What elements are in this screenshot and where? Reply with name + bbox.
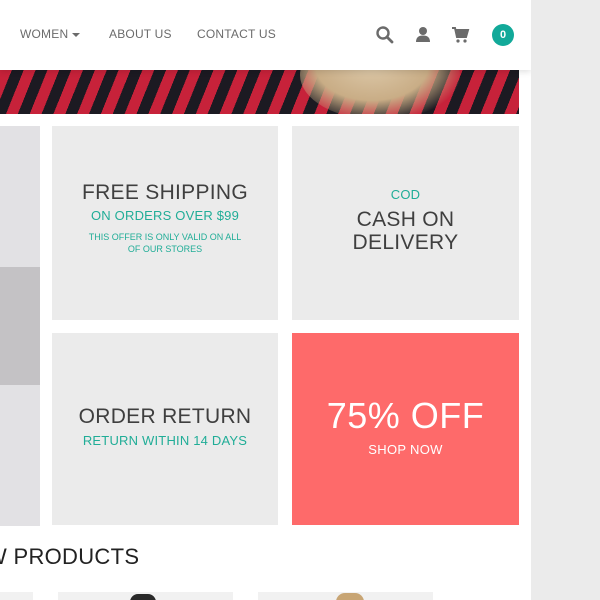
- promo-order-return: ORDER RETURN RETURN WITHIN 14 DAYS: [52, 333, 278, 525]
- order-return-title: ORDER RETURN: [78, 405, 252, 428]
- hero-hair-detail: [300, 70, 460, 114]
- left-banner-image: [0, 267, 40, 385]
- nav-about-us[interactable]: ABOUT US: [109, 27, 172, 41]
- sale-title: 75% OFF: [326, 395, 485, 436]
- hero-banner: [0, 70, 519, 114]
- promo-sale-banner[interactable]: 75% OFF SHOP NOW: [292, 333, 519, 525]
- user-icon[interactable]: [413, 25, 433, 45]
- site-header: WOMEN ABOUT US CONTACT US 0: [0, 0, 531, 70]
- free-shipping-subtitle: ON ORDERS OVER $99: [90, 208, 240, 223]
- product-card[interactable]: [58, 592, 233, 600]
- nav-women-label: WOMEN: [20, 27, 69, 41]
- cod-label: COD: [390, 187, 421, 202]
- search-icon[interactable]: [375, 25, 395, 45]
- product-card[interactable]: [258, 592, 433, 600]
- nav-contact-us[interactable]: CONTACT US: [197, 27, 276, 41]
- product-image: [130, 594, 156, 600]
- cart-icon[interactable]: [451, 25, 471, 45]
- free-shipping-note: THIS OFFER IS ONLY VALID ON ALL OF OUR S…: [88, 232, 242, 254]
- cart-count-badge[interactable]: 0: [492, 24, 514, 46]
- free-shipping-title: FREE SHIPPING: [81, 181, 249, 204]
- page-gutter: [531, 0, 600, 600]
- products-heading: W PRODUCTS: [0, 544, 140, 569]
- cod-title: CASH ON DELIVERY: [352, 208, 459, 254]
- shop-now-link[interactable]: SHOP NOW: [292, 442, 519, 457]
- chevron-down-icon: [72, 32, 81, 37]
- promo-free-shipping: FREE SHIPPING ON ORDERS OVER $99 THIS OF…: [52, 126, 278, 320]
- product-image: [336, 593, 364, 600]
- left-banner-partial: [0, 126, 40, 526]
- product-card[interactable]: [0, 592, 33, 600]
- order-return-subtitle: RETURN WITHIN 14 DAYS: [82, 433, 248, 448]
- page: WOMEN ABOUT US CONTACT US 0 FREE SHIPPIN…: [0, 0, 531, 600]
- nav-women[interactable]: WOMEN: [20, 27, 81, 41]
- promo-cod: COD CASH ON DELIVERY: [292, 126, 519, 320]
